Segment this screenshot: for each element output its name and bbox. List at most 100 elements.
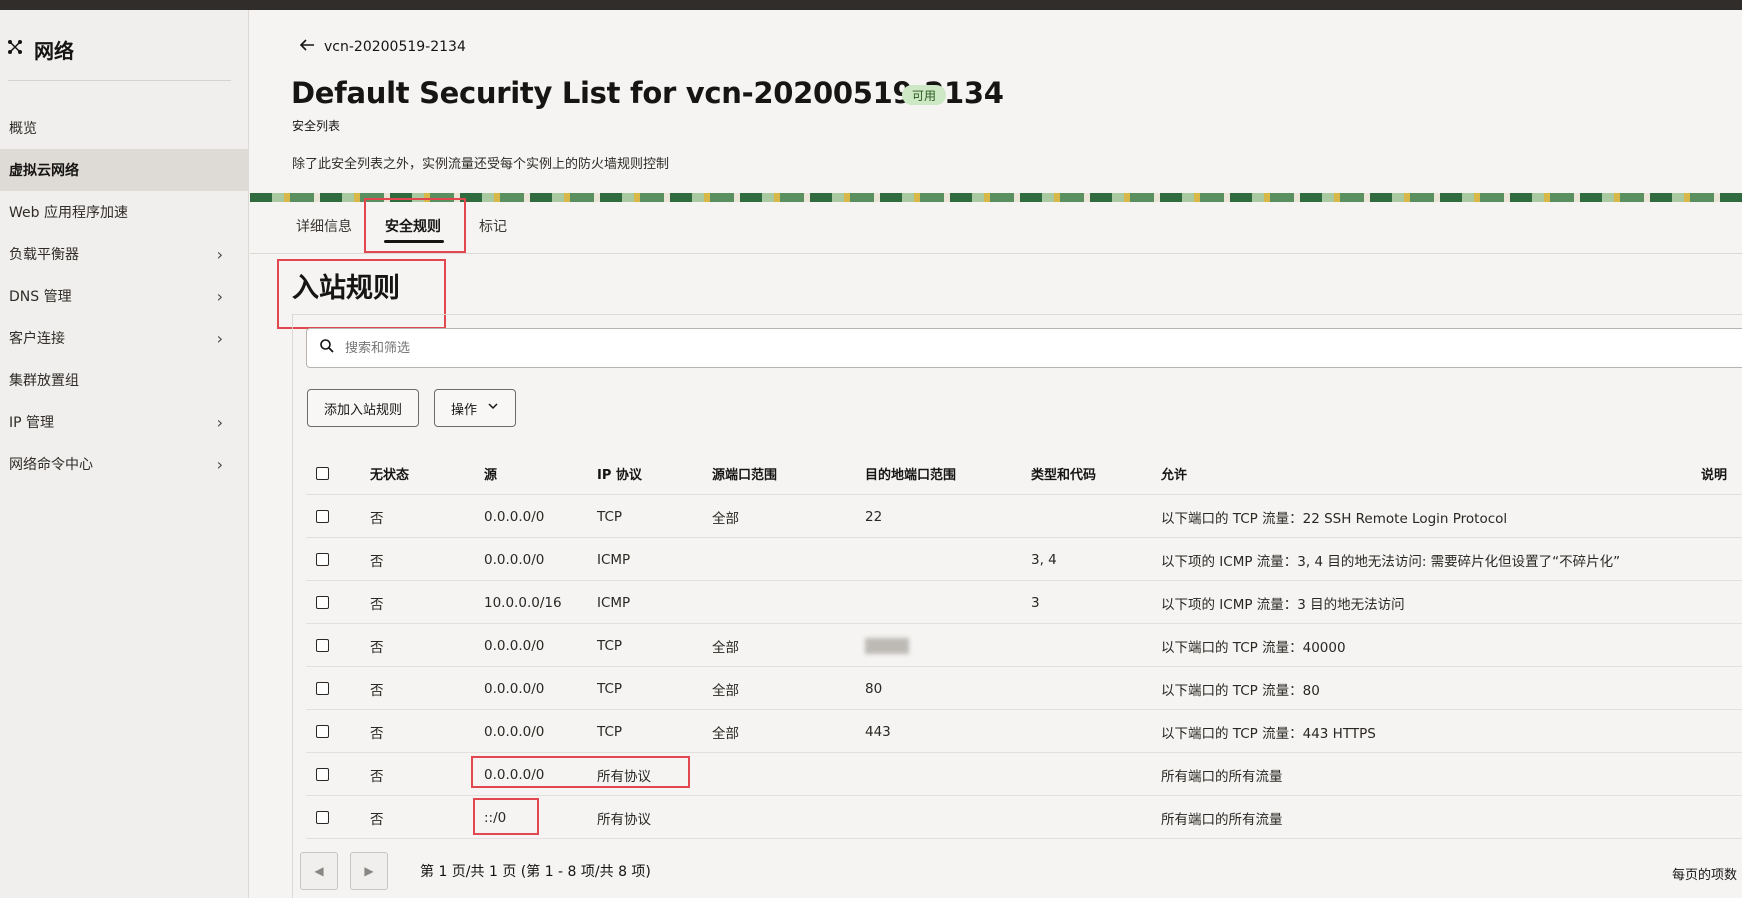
checkbox-cell bbox=[316, 710, 329, 753]
sidebar-item-label: 网络命令中心 bbox=[9, 457, 93, 473]
sidebar-nav: 概览 虚拟云网络 Web 应用程序加速 负载平衡器 › DNS 管理 › 客户连接 › 集群放置组… bbox=[0, 107, 249, 485]
page-title: Default Security List for vcn-20200519-2… bbox=[291, 76, 1004, 110]
divider bbox=[8, 80, 231, 81]
add-ingress-rule-button[interactable]: 添加入站规则 bbox=[307, 389, 419, 427]
sidebar-item[interactable]: 客户连接 › bbox=[0, 317, 249, 359]
row-checkbox[interactable] bbox=[316, 768, 329, 781]
table-cell: 22 bbox=[865, 508, 883, 525]
decorative-banner bbox=[250, 193, 1742, 202]
table-cell: 以下端口的 TCP 流量：80 bbox=[1161, 682, 1320, 699]
table-cell: 10.0.0.0/16 bbox=[484, 594, 562, 611]
breadcrumb[interactable]: vcn-20200519-2134 bbox=[298, 36, 466, 58]
row-checkbox[interactable] bbox=[316, 639, 329, 652]
actions-button[interactable]: 操作 bbox=[434, 389, 516, 427]
table-row: 否 0.0.0.0/0 TCP 全部 以下端口的 TCP 流量：40000 bbox=[306, 624, 1742, 667]
top-bar bbox=[0, 0, 1742, 10]
sidebar-item[interactable]: 虚拟云网络 bbox=[0, 149, 249, 191]
sidebar-item[interactable]: DNS 管理 › bbox=[0, 275, 249, 317]
status-badge: 可用 bbox=[902, 85, 947, 105]
sidebar-item[interactable]: Web 应用程序加速 bbox=[0, 191, 249, 233]
sidebar-item[interactable]: 网络命令中心 › bbox=[0, 443, 249, 485]
column-header: IP 协议 bbox=[597, 468, 642, 483]
row-checkbox[interactable] bbox=[316, 596, 329, 609]
row-checkbox[interactable] bbox=[316, 811, 329, 824]
sidebar-item[interactable]: IP 管理 › bbox=[0, 401, 249, 443]
page-subtitle: 安全列表 bbox=[292, 119, 341, 133]
table-row: 否 0.0.0.0/0 TCP 全部 443 以下端口的 TCP 流量：443 HTTPS bbox=[306, 710, 1742, 753]
row-checkbox[interactable] bbox=[316, 510, 329, 523]
add-ingress-rule-label: 添加入站规则 bbox=[323, 402, 402, 418]
row-checkbox[interactable] bbox=[316, 682, 329, 695]
table-cell: 否 bbox=[370, 639, 384, 656]
table-cell: 全部 bbox=[712, 639, 739, 656]
row-checkbox[interactable] bbox=[316, 725, 329, 738]
tab-tags[interactable]: 标记 bbox=[479, 216, 507, 236]
table-cell: ICMP bbox=[597, 594, 631, 611]
column-header: 允许 bbox=[1161, 468, 1188, 483]
table-cell: 否 bbox=[370, 510, 384, 527]
highlight-box-row8 bbox=[473, 798, 539, 835]
table-cell: TCP bbox=[597, 723, 623, 740]
table-cell: 以下端口的 TCP 流量：443 HTTPS bbox=[1161, 725, 1376, 742]
table-cell: 80 bbox=[865, 680, 883, 697]
prev-page-button[interactable]: ◀ bbox=[300, 852, 338, 890]
table-cell: 否 bbox=[370, 768, 384, 785]
per-page-label: 每页的项数 bbox=[1672, 868, 1738, 883]
chevron-down-icon bbox=[487, 400, 499, 416]
table-cell: 否 bbox=[370, 725, 384, 742]
table-cell: ICMP bbox=[597, 551, 631, 568]
row-checkbox[interactable] bbox=[316, 553, 329, 566]
sidebar-item[interactable]: 负载平衡器 › bbox=[0, 233, 249, 275]
actions-label: 操作 bbox=[450, 402, 477, 418]
checkbox-cell bbox=[316, 538, 329, 581]
chevron-right-icon: › bbox=[216, 286, 223, 306]
sidebar-item[interactable]: 集群放置组 bbox=[0, 359, 249, 401]
column-header: 无状态 bbox=[370, 468, 410, 483]
sidebar-item-label: 集群放置组 bbox=[9, 373, 79, 389]
search-box[interactable] bbox=[306, 328, 1742, 368]
sidebar-title: 网络 bbox=[34, 38, 74, 63]
table-cell: 443 bbox=[865, 723, 891, 740]
table-row: 否 10.0.0.0/16 ICMP 3 以下项的 ICMP 流量：3 目的地无法访问 bbox=[306, 581, 1742, 624]
table-cell: 0.0.0.0/0 bbox=[484, 551, 545, 568]
table-cell: 所有协议 bbox=[597, 811, 651, 828]
table-cell: 否 bbox=[370, 596, 384, 613]
table-cell: 全部 bbox=[712, 510, 739, 527]
back-link[interactable]: vcn-20200519-2134 bbox=[324, 39, 466, 55]
table-cell: 否 bbox=[370, 553, 384, 570]
sidebar-item-label: 虚拟云网络 bbox=[9, 163, 79, 179]
table-cell: 以下项的 ICMP 流量：3, 4 目的地无法访问: 需要碎片化但设置了“不碎片… bbox=[1161, 553, 1621, 570]
table-cell: 0.0.0.0/0 bbox=[484, 723, 545, 740]
sidebar-item[interactable]: 概览 bbox=[0, 107, 249, 149]
column-header: 目的地端口范围 bbox=[865, 468, 957, 483]
checkbox-cell bbox=[316, 624, 329, 667]
table-cell: 以下端口的 TCP 流量：40000 bbox=[1161, 639, 1346, 656]
sidebar-header: 网络 bbox=[6, 34, 74, 64]
chevron-right-icon: › bbox=[216, 328, 223, 348]
sidebar-item-label: 概览 bbox=[9, 121, 37, 137]
chevron-right-icon: › bbox=[216, 454, 223, 474]
search-input[interactable] bbox=[345, 340, 945, 356]
checkbox-cell bbox=[316, 796, 329, 839]
column-header: 源 bbox=[484, 468, 498, 483]
table-cell: TCP bbox=[597, 680, 623, 697]
checkbox-cell bbox=[316, 452, 329, 495]
checkbox-cell bbox=[316, 495, 329, 538]
table-header-row: 无状态 源 IP 协议 源端口范围 目的地端口范围 类型和代码 允许 说明 bbox=[306, 452, 1742, 495]
next-page-button[interactable]: ▶ bbox=[350, 852, 388, 890]
table-cell: 以下端口的 TCP 流量：22 SSH Remote Login Protoco… bbox=[1161, 510, 1508, 527]
checkbox-cell bbox=[316, 753, 329, 796]
sidebar-item-label: 客户连接 bbox=[9, 331, 65, 347]
chevron-right-icon: › bbox=[216, 244, 223, 264]
highlight-box-tab bbox=[364, 198, 466, 253]
arrow-left-icon[interactable] bbox=[298, 36, 316, 58]
sidebar-item-label: 负载平衡器 bbox=[9, 247, 79, 263]
select-all-checkbox[interactable] bbox=[316, 467, 329, 480]
table-row: 否 0.0.0.0/0 TCP 全部 22 以下端口的 TCP 流量：22 SSH Rem… bbox=[306, 495, 1742, 538]
sidebar-item-label: IP 管理 bbox=[9, 415, 55, 431]
table-cell: 所有端口的所有流量 bbox=[1161, 768, 1283, 785]
checkbox-cell bbox=[316, 667, 329, 710]
tab-details[interactable]: 详细信息 bbox=[296, 216, 352, 236]
table-cell: 3 bbox=[1031, 594, 1040, 611]
table-cell: 0.0.0.0/0 bbox=[484, 680, 545, 697]
